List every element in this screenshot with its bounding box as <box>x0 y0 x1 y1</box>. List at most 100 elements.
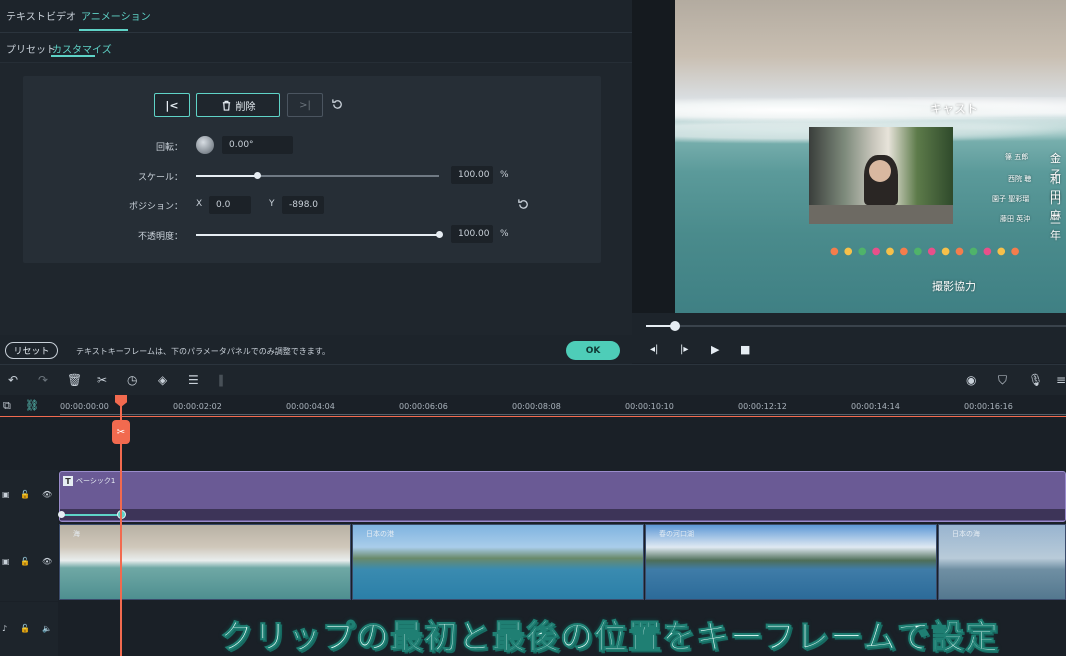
time-tick: 00:00:16:16 <box>964 402 1013 411</box>
time-tick: 00:00:00:00 <box>60 402 109 411</box>
preview-gutter <box>632 0 675 313</box>
scale-slider[interactable] <box>196 172 439 179</box>
rotation-dial[interactable] <box>196 136 214 154</box>
reset-button[interactable]: リセット <box>5 342 58 359</box>
delete-icon[interactable]: 🗑 <box>67 373 82 387</box>
keyframe-icon[interactable]: ◈ <box>158 373 167 387</box>
adjust-icon[interactable]: ☰ <box>188 373 199 387</box>
audio-wave-icon[interactable]: ∥ <box>218 373 224 387</box>
credits-role: 園子 聖彩瑠 <box>992 195 1030 203</box>
video-clip[interactable]: 日本の海 <box>938 524 1066 600</box>
tab-preset[interactable]: プリセット <box>6 41 56 56</box>
speed-icon[interactable]: ◷ <box>127 373 137 387</box>
table <box>809 205 953 224</box>
time-tick: 00:00:10:10 <box>625 402 674 411</box>
rotation-field[interactable]: 0.00° <box>222 136 293 154</box>
playback-controls: ◂| |▸ ▶ ■ <box>632 313 1066 363</box>
tab-text[interactable]: テキスト <box>6 8 46 23</box>
ok-button[interactable]: OK <box>566 341 620 360</box>
video-clip-label: 海 <box>73 530 80 538</box>
split-scissors-icon[interactable]: ✂ <box>112 420 130 444</box>
delete-keyframe-button[interactable]: 削除 <box>196 93 280 117</box>
eye-icon[interactable]: 👁 <box>42 557 52 566</box>
animation-sub-tabs: プリセット カスタマイズ <box>0 33 632 63</box>
opacity-slider[interactable] <box>196 231 443 238</box>
rotation-label: 回転： <box>155 143 183 153</box>
render-icon[interactable]: ◉ <box>966 373 976 387</box>
video-clip[interactable]: 春の河口湖 <box>645 524 937 600</box>
reset-keyframe-icon[interactable] <box>331 98 344 111</box>
video-clip-label: 日本の海 <box>952 530 980 538</box>
y-label: Y <box>269 199 275 209</box>
emoji-row: ● ● ● ● ● ● ● ● ● ● ● ● ● ● <box>830 246 1021 257</box>
microphone-icon[interactable]: 🎙 <box>1028 373 1043 387</box>
preview-progress-track[interactable] <box>646 321 1066 331</box>
tab-customize[interactable]: カスタマイズ <box>52 41 112 56</box>
credits-name: 三年 <box>1050 213 1061 242</box>
text-clip-icon: T <box>63 476 73 486</box>
track-header-video: ▣ 🔓 👁 <box>0 523 58 601</box>
marker-icon[interactable]: ⛉ <box>998 373 1007 388</box>
keyframe-lane <box>58 509 1065 520</box>
video-editor: テキスト ビデオ アニメーション プリセット カスタマイズ |< 削除 >| 回… <box>0 0 1066 656</box>
person-face <box>869 160 891 182</box>
scale-label: スケール： <box>137 173 183 183</box>
lock-icon[interactable]: 🔓 <box>20 490 30 499</box>
video-clip[interactable]: 海 <box>59 524 351 600</box>
opacity-slider-thumb[interactable] <box>435 231 443 238</box>
scale-slider-fill <box>196 175 257 177</box>
scale-unit: % <box>500 170 509 180</box>
keyframe-panel: |< 削除 >| 回転： 0.00° スケール： 100.00 % ポジション：… <box>23 76 601 263</box>
stop-icon[interactable]: ■ <box>740 343 750 356</box>
link-icon[interactable]: ⛓ <box>25 399 39 412</box>
time-tick: 00:00:12:12 <box>738 402 787 411</box>
property-tabs: テキスト ビデオ アニメーション <box>0 0 632 33</box>
credits-role: 西院 聴 <box>1008 175 1032 183</box>
timeline-marker-line <box>0 416 1066 417</box>
opacity-field[interactable]: 100.00 <box>451 225 493 243</box>
tab-video[interactable]: ビデオ <box>46 8 76 23</box>
preview-progress-thumb[interactable] <box>670 321 680 331</box>
tab-animation[interactable]: アニメーション <box>81 8 151 23</box>
opacity-slider-fill <box>196 234 439 236</box>
track-header-audio: ♪ 🔓 🔈 <box>0 602 58 656</box>
undo-icon[interactable]: ↶ <box>8 373 18 387</box>
title-clip-label: ベーシック1 <box>76 477 116 485</box>
redo-icon[interactable]: ↷ <box>38 373 48 387</box>
prev-keyframe-button[interactable]: |< <box>154 93 190 117</box>
menu-icon[interactable]: ≡ <box>1056 373 1066 387</box>
speaker-icon[interactable]: 🔈 <box>42 624 52 633</box>
position-label: ポジション： <box>128 202 183 212</box>
credits-top-role: 篠 五郎 <box>1005 153 1029 161</box>
eye-icon[interactable]: 👁 <box>42 490 52 499</box>
lock-icon[interactable]: 🔓 <box>20 624 30 633</box>
position-y-field[interactable]: -898.0 <box>282 196 324 214</box>
video-clip[interactable]: 日本の港 <box>352 524 644 600</box>
opacity-label: 不透明度： <box>137 232 183 242</box>
credits-role: 藤田 英沖 <box>1000 215 1031 223</box>
keyframe-start[interactable] <box>58 511 65 518</box>
prev-frame-icon[interactable]: ◂| <box>650 344 658 355</box>
play-frame-icon[interactable]: |▸ <box>680 344 688 355</box>
scale-field[interactable]: 100.00 <box>451 166 493 184</box>
play-icon[interactable]: ▶ <box>711 343 719 356</box>
reset-position-icon[interactable] <box>517 198 530 211</box>
add-track-icon[interactable]: ⧉ <box>3 399 11 413</box>
time-tick: 00:00:08:08 <box>512 402 561 411</box>
prev-keyframe-icon: |< <box>165 98 179 112</box>
position-x-field[interactable]: 0.0 <box>209 196 251 214</box>
delete-label: 削除 <box>235 101 256 113</box>
title-clip[interactable]: T ベーシック1 <box>58 471 1066 522</box>
video-clip-label: 春の河口湖 <box>659 530 694 538</box>
time-tick: 00:00:04:04 <box>286 402 335 411</box>
scale-slider-thumb[interactable] <box>253 172 261 179</box>
cut-icon[interactable]: ✂ <box>97 373 107 387</box>
opacity-unit: % <box>500 229 509 239</box>
credits-photo <box>809 127 953 224</box>
music-icon: ♪ <box>2 624 8 633</box>
track-header-title: ▣ 🔓 👁 <box>0 470 58 523</box>
next-keyframe-button[interactable]: >| <box>287 93 323 117</box>
credits-footer: 撮影協力 <box>932 280 976 293</box>
lock-icon[interactable]: 🔓 <box>20 557 30 566</box>
video-preview: キャスト 篠 五郎 金子 西院 聴 和田 園子 聖彩瑠 円麻 藤田 英沖 三年 … <box>675 0 1066 313</box>
